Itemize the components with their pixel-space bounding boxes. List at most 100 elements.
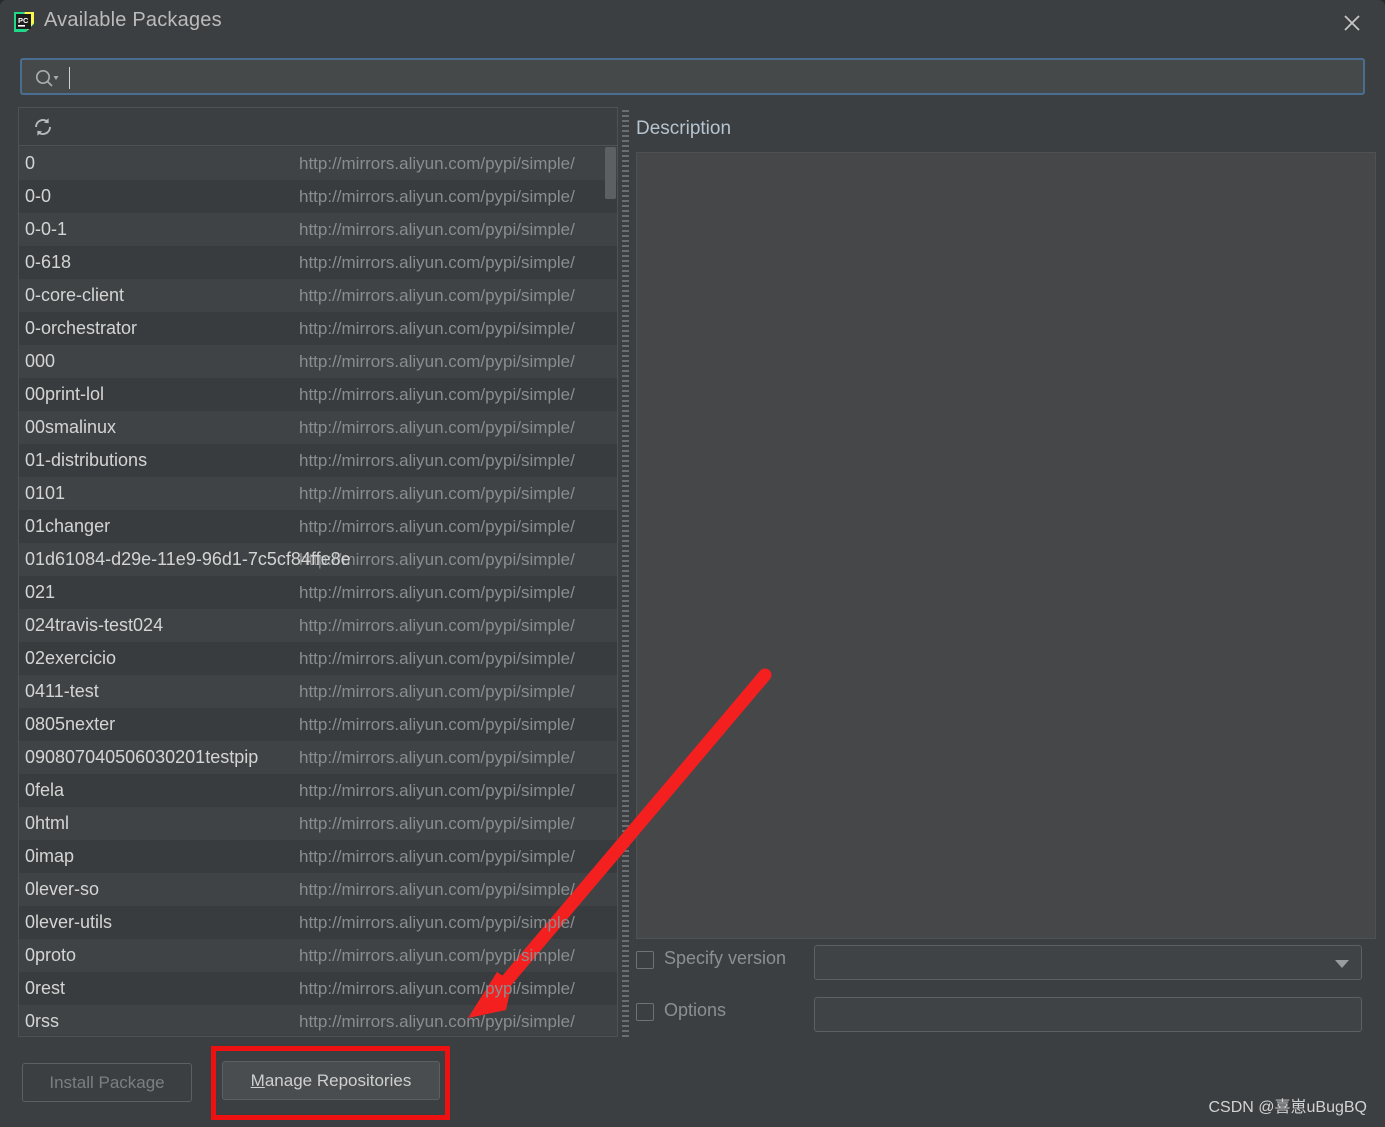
window-title: Available Packages — [44, 9, 222, 31]
package-repository-url: http://mirrors.aliyun.com/pypi/simple/ — [299, 352, 575, 371]
package-name: 090807040506030201testpip — [25, 747, 259, 767]
package-row[interactable]: http://mirrors.aliyun.com/pypi/simple/0-… — [19, 180, 617, 213]
options-checkbox[interactable] — [636, 1003, 654, 1021]
package-repository-url: http://mirrors.aliyun.com/pypi/simple/ — [299, 319, 575, 338]
package-repository-url: http://mirrors.aliyun.com/pypi/simple/ — [299, 814, 575, 833]
search-icon[interactable] — [34, 68, 60, 88]
package-repository-url: http://mirrors.aliyun.com/pypi/simple/ — [299, 154, 575, 173]
package-row[interactable]: http://mirrors.aliyun.com/pypi/simple/08… — [19, 708, 617, 741]
package-name: 0rest — [25, 978, 66, 998]
package-row[interactable]: http://mirrors.aliyun.com/pypi/simple/0-… — [19, 213, 617, 246]
package-repository-url: http://mirrors.aliyun.com/pypi/simple/ — [299, 583, 575, 602]
package-row[interactable]: http://mirrors.aliyun.com/pypi/simple/0f… — [19, 774, 617, 807]
package-rows[interactable]: http://mirrors.aliyun.com/pypi/simple/0 h… — [19, 147, 617, 1035]
package-name: 01d61084-d29e-11e9-96d1-7c5cf84ffe8e — [25, 549, 351, 569]
package-repository-url: http://mirrors.aliyun.com/pypi/simple/ — [299, 913, 575, 932]
package-row[interactable]: http://mirrors.aliyun.com/pypi/simple/0-… — [19, 246, 617, 279]
package-row[interactable]: http://mirrors.aliyun.com/pypi/simple/02… — [19, 576, 617, 609]
package-name: 0 — [25, 153, 36, 173]
package-name: 00smalinux — [25, 417, 117, 437]
package-row[interactable]: http://mirrors.aliyun.com/pypi/simple/00… — [19, 411, 617, 444]
package-repository-url: http://mirrors.aliyun.com/pypi/simple/ — [299, 781, 575, 800]
title-bar: PC Available Packages — [0, 0, 1385, 45]
package-repository-url: http://mirrors.aliyun.com/pypi/simple/ — [299, 1012, 575, 1031]
package-row[interactable]: http://mirrors.aliyun.com/pypi/simple/04… — [19, 675, 617, 708]
text-caret — [69, 67, 70, 89]
package-name: 0lever-so — [25, 879, 100, 899]
chevron-down-icon[interactable] — [1335, 960, 1349, 968]
package-repository-url: http://mirrors.aliyun.com/pypi/simple/ — [299, 880, 575, 899]
pycharm-icon: PC — [12, 10, 36, 34]
package-row[interactable]: http://mirrors.aliyun.com/pypi/simple/0-… — [19, 312, 617, 345]
package-name: 0lever-utils — [25, 912, 113, 932]
description-separator-line — [636, 132, 1376, 133]
package-repository-url: http://mirrors.aliyun.com/pypi/simple/ — [299, 847, 575, 866]
specify-version-label: Specify version — [664, 948, 787, 968]
package-row[interactable]: http://mirrors.aliyun.com/pypi/simple/0r… — [19, 1005, 617, 1035]
package-name: 00print-lol — [25, 384, 105, 404]
package-row[interactable]: http://mirrors.aliyun.com/pypi/simple/01… — [19, 477, 617, 510]
package-repository-url: http://mirrors.aliyun.com/pypi/simple/ — [299, 253, 575, 272]
package-name: 0411-test — [25, 681, 99, 701]
panel-splitter[interactable] — [622, 110, 629, 1040]
package-name: 0-0 — [25, 186, 52, 206]
specify-version-checkbox[interactable] — [636, 951, 654, 969]
package-repository-url: http://mirrors.aliyun.com/pypi/simple/ — [299, 418, 575, 437]
options-label: Options — [664, 1000, 727, 1020]
package-list-panel: http://mirrors.aliyun.com/pypi/simple/0 h… — [18, 107, 618, 1037]
package-row[interactable]: http://mirrors.aliyun.com/pypi/simple/00… — [19, 345, 617, 378]
package-row[interactable]: http://mirrors.aliyun.com/pypi/simple/00… — [19, 378, 617, 411]
description-body — [636, 152, 1376, 939]
package-name: 0805nexter — [25, 714, 116, 734]
watermark: CSDN @喜崽uBugBQ — [1208, 1099, 1367, 1116]
package-name: 0-0-1 — [25, 219, 68, 239]
version-combobox[interactable] — [814, 945, 1362, 980]
package-repository-url: http://mirrors.aliyun.com/pypi/simple/ — [299, 979, 575, 998]
package-row[interactable]: http://mirrors.aliyun.com/pypi/simple/0 — [19, 147, 617, 180]
package-row[interactable]: http://mirrors.aliyun.com/pypi/simple/01… — [19, 444, 617, 477]
package-row[interactable]: http://mirrors.aliyun.com/pypi/simple/02… — [19, 642, 617, 675]
package-row[interactable]: http://mirrors.aliyun.com/pypi/simple/0i… — [19, 840, 617, 873]
package-repository-url: http://mirrors.aliyun.com/pypi/simple/ — [299, 517, 575, 536]
package-name: 0-618 — [25, 252, 72, 272]
package-repository-url: http://mirrors.aliyun.com/pypi/simple/ — [299, 187, 575, 206]
package-row[interactable]: http://mirrors.aliyun.com/pypi/simple/0p… — [19, 939, 617, 972]
package-name: 000 — [25, 351, 56, 371]
search-input[interactable] — [74, 60, 1358, 95]
scrollbar-thumb[interactable] — [605, 147, 616, 199]
package-name: 0fela — [25, 780, 65, 800]
manage-repositories-button[interactable]: Manage Repositories — [222, 1061, 440, 1100]
package-row[interactable]: http://mirrors.aliyun.com/pypi/simple/0r… — [19, 972, 617, 1005]
package-repository-url: http://mirrors.aliyun.com/pypi/simple/ — [299, 451, 575, 470]
package-row[interactable]: http://mirrors.aliyun.com/pypi/simple/0h… — [19, 807, 617, 840]
package-row[interactable]: http://mirrors.aliyun.com/pypi/simple/0-… — [19, 279, 617, 312]
package-list-toolbar — [19, 108, 617, 146]
package-repository-url: http://mirrors.aliyun.com/pypi/simple/ — [299, 946, 575, 965]
package-row[interactable]: http://mirrors.aliyun.com/pypi/simple/02… — [19, 609, 617, 642]
svg-text:PC: PC — [18, 16, 29, 25]
install-package-button[interactable]: Install Package — [22, 1063, 192, 1102]
search-field[interactable] — [20, 58, 1365, 95]
package-repository-url: http://mirrors.aliyun.com/pypi/simple/ — [299, 715, 575, 734]
refresh-icon[interactable] — [32, 116, 54, 138]
package-name: 0101 — [25, 483, 66, 503]
package-row[interactable]: http://mirrors.aliyun.com/pypi/simple/01… — [19, 543, 617, 576]
package-row[interactable]: http://mirrors.aliyun.com/pypi/simple/0l… — [19, 906, 617, 939]
package-name: 0-orchestrator — [25, 318, 138, 338]
manage-repositories-mnemonic: M — [250, 1070, 265, 1090]
package-repository-url: http://mirrors.aliyun.com/pypi/simple/ — [299, 484, 575, 503]
package-repository-url: http://mirrors.aliyun.com/pypi/simple/ — [299, 286, 575, 305]
package-repository-url: http://mirrors.aliyun.com/pypi/simple/ — [299, 649, 575, 668]
package-repository-url: http://mirrors.aliyun.com/pypi/simple/ — [299, 616, 575, 635]
available-packages-dialog: PC Available Packages http://mirrors.ali… — [0, 0, 1385, 1127]
package-row[interactable]: http://mirrors.aliyun.com/pypi/simple/0l… — [19, 873, 617, 906]
options-input[interactable] — [814, 997, 1362, 1032]
package-row[interactable]: http://mirrors.aliyun.com/pypi/simple/09… — [19, 741, 617, 774]
package-name: 0html — [25, 813, 70, 833]
close-icon[interactable] — [1337, 8, 1367, 38]
package-name: 01-distributions — [25, 450, 148, 470]
package-row[interactable]: http://mirrors.aliyun.com/pypi/simple/01… — [19, 510, 617, 543]
package-repository-url: http://mirrors.aliyun.com/pypi/simple/ — [299, 682, 575, 701]
package-name: 0-core-client — [25, 285, 125, 305]
package-list-scrollbar[interactable] — [605, 147, 616, 1035]
